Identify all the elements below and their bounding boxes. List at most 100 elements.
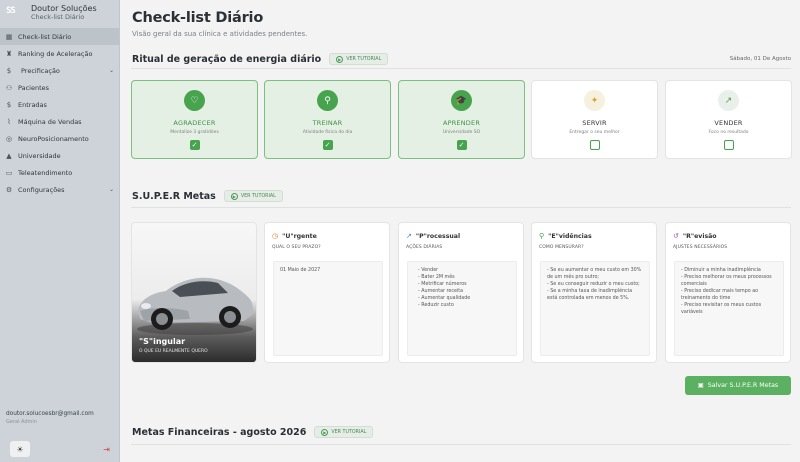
chevron-down-icon[interactable]: ⌄: [109, 67, 114, 74]
car-image: [137, 277, 253, 335]
ritual-card-subtitle: Mentalize 3 gratidões: [170, 130, 219, 135]
tutorial-label: VER TUTORIAL: [240, 193, 276, 199]
ranking-icon: ♜: [5, 49, 13, 58]
super-section-header: S.U.P.E.R Metas ▶ VER TUTORIAL: [132, 190, 283, 202]
evidencias-textarea[interactable]: - Se eu aumentar o meu custo em 30% de u…: [540, 261, 650, 356]
financeiras-section-header: Metas Financeiras - agosto 2026 ▶ VER TU…: [132, 426, 374, 438]
ritual-checkbox[interactable]: ✓: [322, 140, 333, 150]
play-icon: ▶: [321, 428, 329, 436]
gear-icon: ⚙: [5, 185, 13, 194]
sidebar-item-label: Máquina de Vendas: [18, 117, 82, 126]
ritual-card-agradecer[interactable]: ♡ AGRADECER Mentalize 3 gratidões ✓: [131, 80, 258, 159]
revisao-textarea[interactable]: - Diminuir a minha inadimplência - Preci…: [674, 261, 784, 356]
singular-title: "S"ingular: [139, 337, 186, 346]
dollar-icon: $: [6, 100, 12, 109]
urgente-textarea[interactable]: 01 Maio de 2027: [273, 261, 383, 356]
save-super-metas-button[interactable]: ▣ Salvar S.U.P.E.R Metas: [685, 376, 791, 395]
ritual-tutorial-button[interactable]: ▶ VER TUTORIAL: [329, 53, 389, 65]
sidebar-item-ranking[interactable]: ♜ Ranking de Aceleração: [0, 45, 119, 62]
super-card-evidencias: ⚲ "E"vidências COMO MENSURAR? - Se eu au…: [531, 222, 657, 363]
heart-icon: ♡: [184, 90, 205, 111]
ritual-checkbox[interactable]: [723, 140, 734, 150]
brand-name: Doutor Soluções: [31, 3, 97, 13]
sidebar-item-pacientes[interactable]: ⚇ Pacientes: [0, 79, 119, 96]
ritual-section-title: Ritual de geração de energia diário: [132, 53, 322, 65]
sidebar-item-label: Teleatendimento: [18, 168, 73, 177]
super-card-subtitle: AJUSTES NECESSÁRIOS: [673, 245, 728, 250]
ritual-checkbox[interactable]: ✓: [456, 140, 467, 150]
main-content: Check-list Diário Visão geral da sua clí…: [121, 0, 800, 462]
play-icon: ▶: [230, 192, 238, 200]
sidebar-item-entradas[interactable]: $ Entradas: [0, 96, 119, 113]
super-card-subtitle: COMO MENSURAR?: [539, 245, 584, 250]
sidebar-item-maquina-de-vendas[interactable]: ⌇ Máquina de Vendas: [0, 113, 119, 130]
ritual-card-subtitle: Universidade SO: [442, 130, 481, 135]
ritual-card-servir[interactable]: ✦ SERVIR Entregar o seu melhor: [531, 80, 658, 159]
brand-logo: SS: [6, 6, 16, 16]
financeiras-tutorial-button[interactable]: ▶ VER TUTORIAL: [314, 426, 374, 438]
divider: [131, 68, 791, 69]
sidebar-item-label: Ranking de Aceleração: [18, 49, 93, 58]
ritual-card-title: AGRADECER: [173, 119, 216, 127]
super-card-title: "E"vidências: [548, 232, 592, 240]
divider: [131, 444, 791, 445]
trending-up-icon: ↗: [718, 90, 739, 111]
sidebar: SS Doutor Soluções Check-list Diário ▦ C…: [0, 0, 120, 462]
ritual-section-header: Ritual de geração de energia diário ▶ VE…: [132, 53, 389, 65]
logout-icon[interactable]: ⇥: [103, 445, 110, 454]
ritual-card-title: TREINAR: [312, 119, 343, 127]
super-card-title: "U"rgente: [282, 232, 317, 240]
trending-up-icon: ↗: [406, 232, 412, 240]
ritual-card-vender[interactable]: ↗ VENDER Foco no resultado: [665, 80, 792, 159]
ritual-card-subtitle: Entregar o seu melhor: [569, 130, 620, 135]
ritual-card-title: SERVIR: [582, 119, 607, 127]
sidebar-item-label: NeuroPosicionamento: [18, 134, 89, 143]
dollar-icon: $: [6, 66, 12, 75]
ritual-card-treinar[interactable]: ⚲ TREINAR Atividade física do dia ✓: [264, 80, 391, 159]
ritual-card-title: APRENDER: [442, 119, 481, 127]
current-date: Sábado, 01 De Agosto: [729, 56, 791, 62]
sidebar-item-teleatendimento[interactable]: ▭ Teleatendimento: [0, 164, 119, 181]
super-card-subtitle: AÇÕES DIÁRIAS: [406, 245, 443, 250]
sidebar-item-configuracoes[interactable]: ⚙ Configurações ⌄: [0, 181, 119, 198]
super-card-title: "P"rocessual: [415, 232, 461, 240]
ritual-card-aprender[interactable]: 🎓 APRENDER Universidade SO ✓: [398, 80, 525, 159]
ritual-checkbox[interactable]: [589, 140, 600, 150]
super-tutorial-button[interactable]: ▶ VER TUTORIAL: [223, 190, 283, 202]
ritual-checkbox[interactable]: ✓: [189, 140, 200, 150]
brand[interactable]: SS Doutor Soluções Check-list Diário: [0, 0, 119, 24]
financeiras-section-title: Metas Financeiras - agosto 2026: [132, 426, 307, 438]
super-card-title: "R"evisão: [682, 232, 717, 240]
brand-subtitle: Check-list Diário: [31, 12, 85, 21]
checklist-icon: ▦: [5, 32, 13, 41]
page-subtitle: Visão geral da sua clínica e atividades …: [132, 30, 308, 38]
sidebar-item-label: Check-list Diário: [18, 32, 72, 41]
sidebar-footer: doutor.solucoesbr@gmail.com Geral Admin …: [0, 411, 120, 462]
sidebar-item-label: Pacientes: [18, 83, 50, 92]
dumbbell-icon: ⚲: [317, 90, 338, 111]
save-button-label: Salvar S.U.P.E.R Metas: [707, 382, 779, 389]
sidebar-item-precificacao[interactable]: $ Precificação ⌄: [0, 62, 119, 79]
brain-icon: ◎: [5, 134, 13, 143]
super-card-revisao: ↺ "R"evisão AJUSTES NECESSÁRIOS - Diminu…: [665, 222, 791, 363]
ritual-card-subtitle: Atividade física do dia: [302, 130, 353, 135]
super-card-subtitle: QUAL O SEU PRAZO?: [272, 245, 321, 250]
theme-toggle-button[interactable]: ☀: [10, 441, 30, 457]
user-role: Geral Admin: [6, 419, 37, 425]
super-card-singular[interactable]: "S"ingular O QUE EU REALMENTE QUERO: [131, 222, 257, 363]
sidebar-item-label: Entradas: [18, 100, 47, 109]
super-section-title: S.U.P.E.R Metas: [132, 190, 216, 202]
sidebar-item-neuroposicionamento[interactable]: ◎ NeuroPosicionamento: [0, 130, 119, 147]
save-icon: ▣: [697, 382, 704, 389]
sidebar-item-checklist[interactable]: ▦ Check-list Diário: [0, 28, 119, 45]
sidebar-item-label: Universidade: [18, 151, 61, 160]
sparkle-icon: ✦: [584, 90, 605, 111]
chevron-down-icon[interactable]: ⌄: [109, 186, 114, 193]
sidebar-item-universidade[interactable]: ▲ Universidade: [0, 147, 119, 164]
page-title: Check-list Diário: [132, 10, 264, 26]
graduation-icon: ▲: [6, 151, 12, 160]
video-icon: ▭: [5, 168, 13, 177]
singular-subtitle: O QUE EU REALMENTE QUERO: [139, 349, 208, 354]
super-card-processual: ↗ "P"rocessual AÇÕES DIÁRIAS - Vender - …: [398, 222, 524, 363]
processual-textarea[interactable]: - Vender - Bater 2M mês - Metrificar núm…: [407, 261, 517, 356]
